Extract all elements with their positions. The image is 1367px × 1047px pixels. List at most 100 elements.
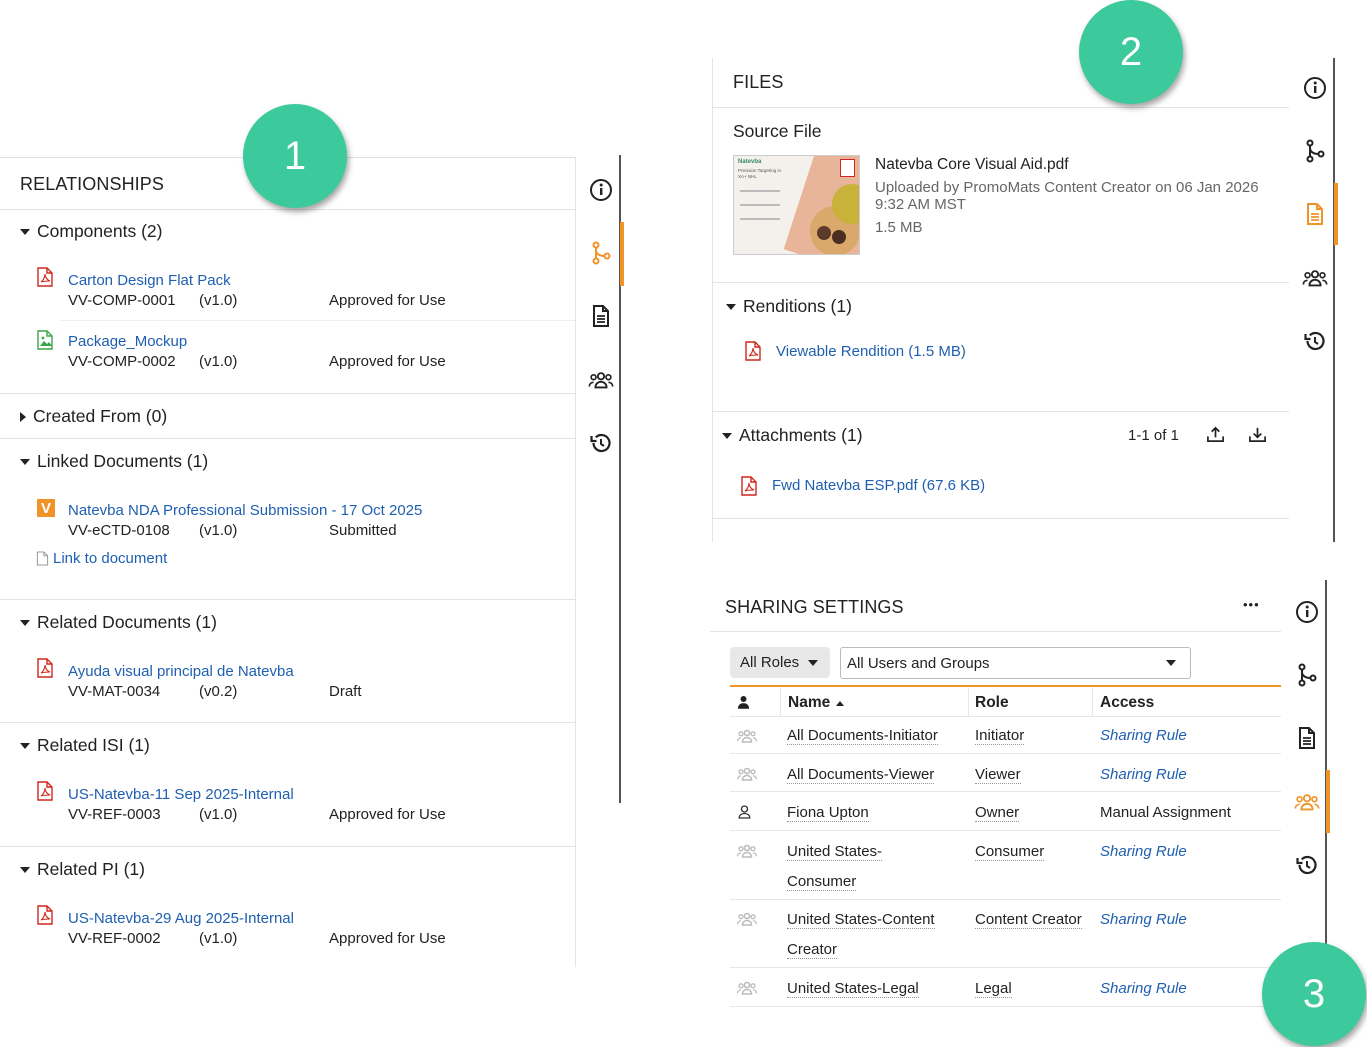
section-linked-documents[interactable]: Linked Documents (1) — [20, 451, 208, 472]
info-icon[interactable] — [1303, 76, 1327, 100]
section-related-isi[interactable]: Related ISI (1) — [20, 735, 150, 756]
row-access[interactable]: Sharing Rule — [1100, 727, 1187, 744]
table-row: All Documents-Initiator Initiator Sharin… — [730, 717, 1281, 754]
pdf-icon — [744, 341, 762, 361]
doc-link-natevba-nda[interactable]: Natevba NDA Professional Submission - 17… — [68, 502, 422, 519]
section-label: Related PI (1) — [37, 859, 145, 879]
sidebar-rail — [1325, 580, 1327, 950]
divider — [712, 282, 1289, 283]
row-access[interactable]: Sharing Rule — [1100, 766, 1187, 783]
row-name[interactable]: Creator — [787, 941, 838, 959]
doc-link-carton[interactable]: Carton Design Flat Pack — [68, 272, 231, 289]
row-role: Content Creator — [975, 911, 1082, 929]
document-icon — [36, 551, 49, 566]
divider — [0, 599, 575, 600]
divider — [0, 722, 575, 723]
row-name[interactable]: United States- — [787, 843, 883, 861]
doc-status: Approved for Use — [329, 353, 446, 370]
info-icon[interactable] — [589, 178, 613, 202]
files-title: FILES — [733, 72, 784, 92]
row-name[interactable]: All Documents-Initiator — [787, 727, 938, 745]
relationships-icon[interactable] — [1295, 663, 1319, 687]
section-related-documents[interactable]: Related Documents (1) — [20, 612, 217, 633]
active-tab-indicator — [1326, 770, 1330, 833]
upload-icon[interactable] — [1206, 425, 1225, 444]
thumbnail-person — [817, 226, 831, 240]
download-icon[interactable] — [1248, 425, 1267, 444]
section-renditions[interactable]: Renditions (1) — [726, 296, 852, 317]
row-name[interactable]: All Documents-Viewer — [787, 766, 935, 784]
section-components[interactable]: Components (2) — [20, 221, 162, 242]
file-thumbnail[interactable]: Natevba Precision Targeting in XA+ NHL — [733, 155, 860, 255]
divider — [710, 631, 1281, 632]
source-file-label: Source File — [733, 121, 822, 141]
active-tab-indicator — [1334, 183, 1338, 245]
access-column-header[interactable]: Access — [1100, 694, 1154, 712]
file-icon[interactable] — [1303, 202, 1327, 226]
info-icon[interactable] — [1295, 600, 1319, 624]
divider — [0, 846, 575, 847]
divider — [712, 107, 1289, 108]
doc-link-pi[interactable]: US-Natevba-29 Aug 2025-Internal — [68, 910, 294, 927]
chevron-down-icon — [20, 742, 30, 749]
doc-version: (v1.0) — [199, 806, 238, 823]
section-label: Attachments (1) — [739, 425, 863, 445]
link-to-document-button[interactable]: Link to document — [53, 550, 167, 567]
callout-badge-3: 3 — [1262, 942, 1366, 1046]
sharing-users-icon[interactable] — [1302, 266, 1328, 290]
row-access[interactable]: Sharing Rule — [1100, 980, 1187, 997]
thumbnail-person — [832, 230, 846, 244]
pdf-icon — [36, 267, 54, 287]
section-related-pi[interactable]: Related PI (1) — [20, 859, 145, 880]
row-access[interactable]: Sharing Rule — [1100, 843, 1187, 860]
active-tab-indicator — [620, 222, 624, 286]
relationships-icon[interactable] — [589, 241, 613, 265]
table-header: Name Role Access — [730, 688, 1281, 717]
roles-filter-button[interactable]: All Roles — [730, 647, 830, 678]
table-row: United States-Legal Legal Sharing Rule — [730, 968, 1281, 1007]
file-icon[interactable] — [589, 304, 613, 328]
doc-link-isi[interactable]: US-Natevba-11 Sep 2025-Internal — [68, 786, 294, 803]
chevron-down-icon — [20, 458, 30, 465]
chevron-down-icon — [808, 659, 819, 666]
doc-status: Approved for Use — [329, 806, 446, 823]
row-name[interactable]: Fiona Upton — [787, 804, 869, 822]
doc-version: (v0.2) — [199, 683, 238, 700]
attachment-link[interactable]: Fwd Natevba ESP.pdf (67.6 KB) — [772, 477, 985, 494]
history-icon[interactable] — [1303, 329, 1327, 353]
relationships-title: RELATIONSHIPS — [20, 174, 164, 194]
thumbnail-tagline: Precision Targeting in XA+ NHL — [738, 168, 781, 179]
sharing-users-icon[interactable] — [588, 368, 614, 392]
row-name[interactable]: United States-Legal — [787, 980, 919, 998]
user-type-icon — [736, 694, 751, 710]
name-column-header[interactable]: Name — [788, 694, 845, 712]
sharing-users-icon[interactable] — [1294, 790, 1320, 814]
section-attachments[interactable]: Attachments (1) — [722, 425, 863, 446]
group-icon — [736, 842, 758, 860]
relationships-icon[interactable] — [1303, 139, 1327, 163]
chevron-down-icon — [726, 303, 736, 310]
doc-link-ayuda[interactable]: Ayuda visual principal de Natevba — [68, 663, 294, 680]
viewable-rendition-link[interactable]: Viewable Rendition (1.5 MB) — [776, 343, 966, 360]
section-created-from[interactable]: Created From (0) — [20, 406, 167, 427]
row-access[interactable]: Sharing Rule — [1100, 911, 1187, 928]
filter-underline — [730, 685, 1281, 687]
thumbnail-brand: Natevba — [738, 159, 762, 165]
doc-link-package[interactable]: Package_Mockup — [68, 333, 187, 350]
more-options-icon[interactable]: ••• — [1243, 597, 1260, 612]
row-name[interactable]: United States-Content — [787, 911, 935, 929]
users-groups-select[interactable]: All Users and Groups — [840, 647, 1191, 679]
row-name[interactable]: Consumer — [787, 873, 857, 891]
role-column-header[interactable]: Role — [975, 694, 1009, 712]
section-label: Linked Documents (1) — [37, 451, 209, 471]
file-icon[interactable] — [1295, 726, 1319, 750]
history-icon[interactable] — [589, 431, 613, 455]
chevron-down-icon — [722, 432, 732, 439]
history-icon[interactable] — [1295, 853, 1319, 877]
group-icon — [736, 727, 758, 745]
table-row: All Documents-Viewer Viewer Sharing Rule — [730, 754, 1281, 792]
doc-version: (v1.0) — [199, 353, 238, 370]
doc-version: (v1.0) — [199, 522, 238, 539]
sharing-title: SHARING SETTINGS — [725, 597, 904, 617]
thumbnail-art — [740, 204, 780, 206]
